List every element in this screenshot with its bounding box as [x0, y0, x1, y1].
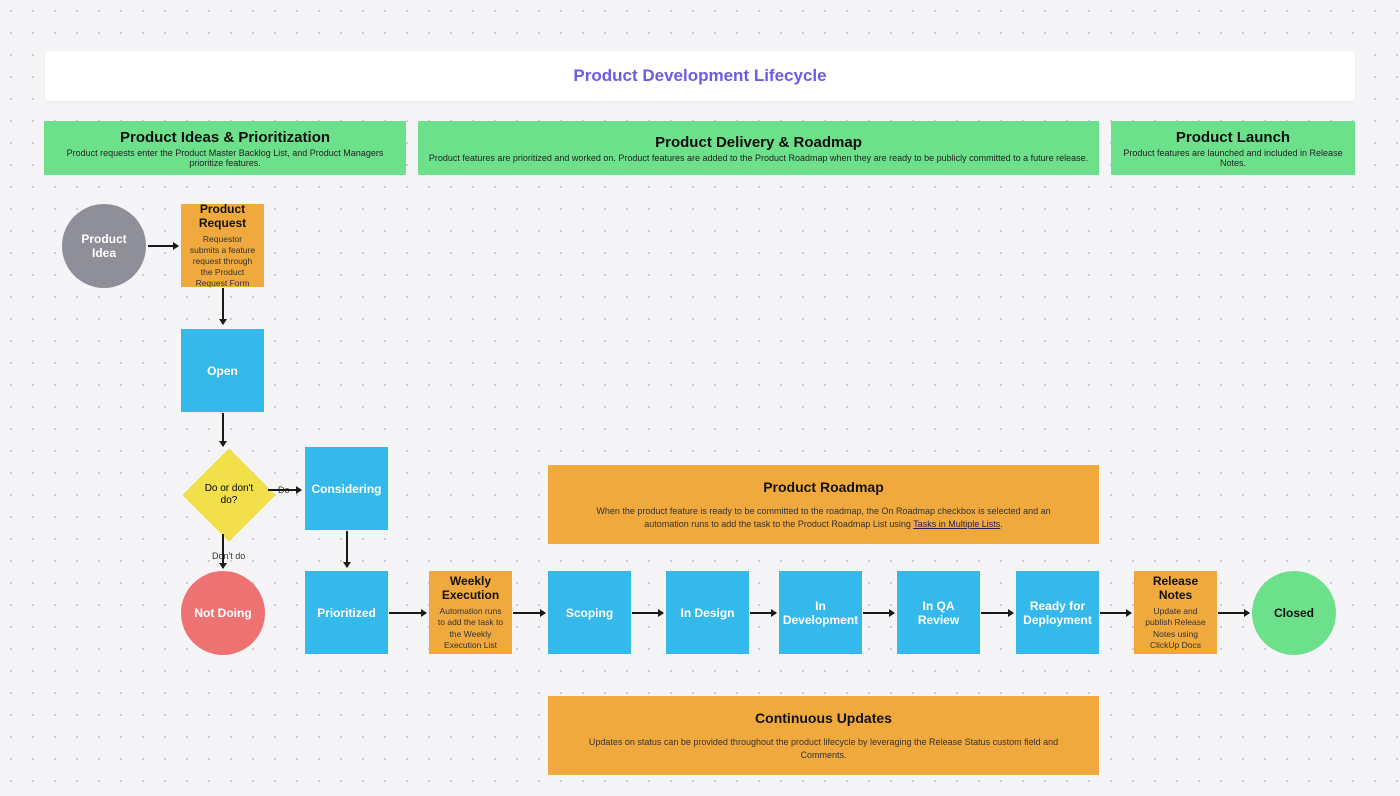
roadmap-link[interactable]: Tasks in Multiple Lists — [913, 519, 1000, 529]
node-label: Scoping — [566, 606, 613, 620]
node-label: Not Doing — [194, 606, 251, 620]
node-in-design: In Design — [666, 571, 749, 654]
node-label: In Design — [680, 606, 734, 620]
arrow — [148, 245, 178, 247]
node-qa-review: In QA Review — [897, 571, 980, 654]
node-closed: Closed — [1252, 571, 1336, 655]
arrow — [389, 612, 426, 614]
node-product-request: Product Request Requestor submits a feat… — [181, 204, 264, 287]
node-scoping: Scoping — [548, 571, 631, 654]
node-open: Open — [181, 329, 264, 412]
arrow — [222, 413, 224, 446]
arrow — [863, 612, 894, 614]
node-label: Release Notes — [1140, 574, 1211, 602]
node-weekly-execution: Weekly Execution Automation runs to add … — [429, 571, 512, 654]
phase-sub: Product requests enter the Product Maste… — [50, 148, 400, 168]
node-label: Considering — [311, 482, 381, 496]
banner-updates: Continuous Updates Updates on status can… — [548, 696, 1099, 775]
arrow — [750, 612, 776, 614]
node-in-development: In Development — [779, 571, 862, 654]
node-sub: Requestor submits a feature request thro… — [188, 234, 258, 289]
node-not-doing: Not Doing — [181, 571, 265, 655]
title-card: Product Development Lifecycle — [45, 51, 1355, 101]
node-sub: Update and publish Release Notes using C… — [1141, 606, 1211, 650]
arrow — [222, 534, 224, 568]
phase-sub: Product features are prioritized and wor… — [429, 153, 1088, 163]
diagram-canvas: Product Development Lifecycle Product Id… — [0, 0, 1400, 796]
arrow — [222, 288, 224, 324]
banner-body: When the product feature is ready to be … — [588, 505, 1059, 530]
phase-sub: Product features are launched and includ… — [1117, 148, 1349, 168]
node-label: Open — [207, 364, 238, 378]
node-label: In QA Review — [903, 599, 974, 627]
node-label: Do or don't do? — [196, 483, 262, 507]
node-label: Prioritized — [317, 606, 376, 620]
arrow — [632, 612, 663, 614]
arrow — [1218, 612, 1249, 614]
node-sub: Automation runs to add the task to the W… — [436, 606, 506, 650]
node-prioritized: Prioritized — [305, 571, 388, 654]
node-label: Weekly Execution — [435, 574, 506, 602]
diagram-title: Product Development Lifecycle — [573, 66, 826, 86]
node-considering: Considering — [305, 447, 388, 530]
node-label: Closed — [1274, 606, 1314, 620]
phase-launch: Product Launch Product features are laun… — [1111, 121, 1355, 175]
arrow — [513, 612, 545, 614]
arrow — [268, 489, 301, 491]
node-label: Ready for Deployment — [1022, 599, 1093, 627]
banner-roadmap: Product Roadmap When the product feature… — [548, 465, 1099, 544]
phase-ideas: Product Ideas & Prioritization Product r… — [44, 121, 406, 175]
phase-delivery: Product Delivery & Roadmap Product featu… — [418, 121, 1099, 175]
node-label: Product Request — [187, 202, 258, 230]
arrow — [1100, 612, 1131, 614]
node-decision: Do or don't do? — [190, 456, 268, 534]
phase-title: Product Delivery & Roadmap — [655, 134, 862, 151]
phase-title: Product Ideas & Prioritization — [120, 129, 330, 146]
node-product-idea: Product Idea — [62, 204, 146, 288]
banner-title: Continuous Updates — [588, 710, 1059, 726]
node-release-notes: Release Notes Update and publish Release… — [1134, 571, 1217, 654]
phase-title: Product Launch — [1176, 129, 1290, 146]
arrow — [981, 612, 1013, 614]
label-dont: Don't do — [212, 551, 245, 561]
node-label: Product Idea — [68, 232, 140, 260]
node-ready-deploy: Ready for Deployment — [1016, 571, 1099, 654]
node-label: In Development — [783, 599, 858, 627]
banner-body: Updates on status can be provided throug… — [588, 736, 1059, 761]
banner-title: Product Roadmap — [588, 479, 1059, 495]
arrow — [346, 531, 348, 567]
